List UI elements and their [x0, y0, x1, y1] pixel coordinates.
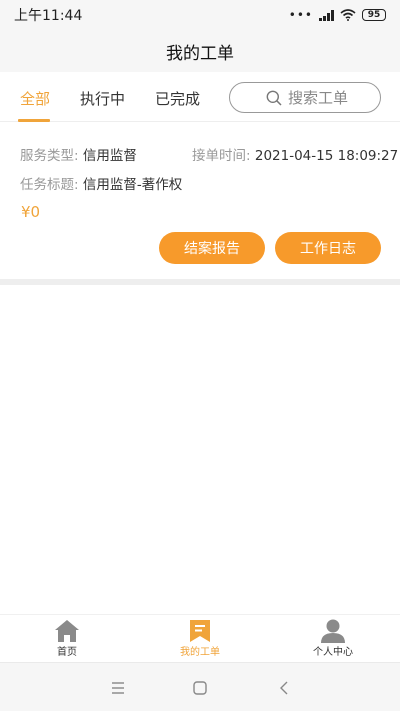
case-report-button[interactable]: 结案报告 — [159, 232, 265, 264]
card-divider — [0, 279, 400, 285]
order-price: ¥0 — [21, 203, 41, 221]
status-time: 上午11:44 — [14, 8, 83, 24]
bottom-tab-home-label: 首页 — [57, 647, 77, 658]
task-title-row: 任务标题: 信用监督-著作权 — [20, 173, 182, 193]
bottom-tab-profile[interactable]: 个人中心 — [293, 619, 373, 658]
task-title-value: 信用监督-著作权 — [82, 177, 183, 193]
tab-all[interactable]: 全部 — [20, 88, 50, 109]
notification-dots-icon: ••• — [288, 8, 313, 22]
tab-active-indicator — [18, 119, 50, 122]
search-icon — [266, 90, 282, 106]
person-icon — [321, 619, 345, 643]
status-icons: ••• 95 — [289, 8, 386, 22]
work-log-button[interactable]: 工作日志 — [275, 232, 381, 264]
title-bar: 我的工单 — [0, 30, 400, 72]
status-bar: 上午11:44 ••• 95 — [0, 0, 400, 30]
back-icon[interactable] — [275, 679, 293, 697]
bottom-tab-bar: 首页 我的工单 个人中心 — [0, 614, 400, 662]
task-title-label: 任务标题: — [20, 177, 79, 193]
battery-icon: 95 — [362, 9, 386, 21]
order-bookmark-icon — [190, 620, 210, 642]
accept-time-row: 接单时间: 2021-04-15 18:09:27 — [192, 144, 398, 164]
menu-icon[interactable] — [109, 679, 127, 697]
page-title: 我的工单 — [166, 43, 234, 64]
home-icon — [55, 620, 79, 642]
tab-in-progress[interactable]: 执行中 — [80, 88, 125, 109]
search-input[interactable]: 搜索工单 — [229, 82, 381, 113]
system-nav-bar — [0, 662, 400, 711]
bottom-tab-my-orders-label: 我的工单 — [180, 647, 220, 658]
bottom-tab-home[interactable]: 首页 — [27, 619, 107, 658]
accept-time-value: 2021-04-15 18:09:27 — [254, 148, 399, 164]
service-type-row: 服务类型: 信用监督 — [20, 144, 137, 164]
wifi-icon — [340, 9, 356, 21]
service-type-value: 信用监督 — [82, 148, 137, 164]
bottom-tab-my-orders[interactable]: 我的工单 — [160, 619, 240, 658]
search-placeholder: 搜索工单 — [288, 89, 349, 107]
service-type-label: 服务类型: — [20, 148, 79, 164]
tab-completed[interactable]: 已完成 — [155, 88, 200, 109]
accept-time-label: 接单时间: — [192, 148, 251, 164]
home-button-icon[interactable] — [191, 679, 209, 697]
filter-tabs: 全部 执行中 已完成 搜索工单 — [0, 72, 400, 122]
bottom-tab-profile-label: 个人中心 — [313, 647, 353, 658]
signal-icon — [319, 9, 334, 21]
